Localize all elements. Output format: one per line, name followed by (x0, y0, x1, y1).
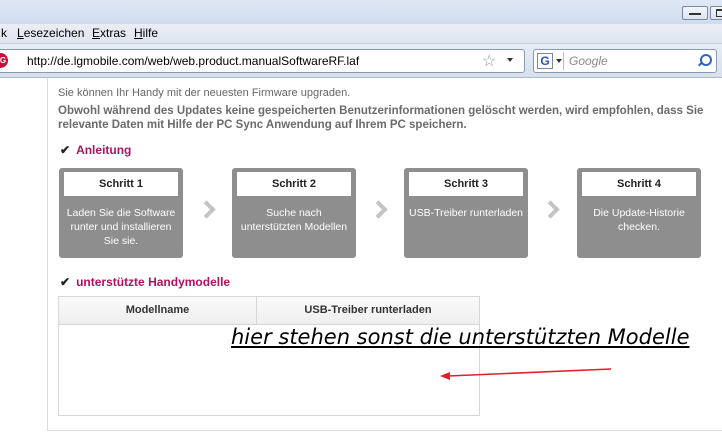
search-input[interactable]: Google (569, 54, 608, 68)
navigation-toolbar: LG http://de.lgmobile.com/web/web.produc… (0, 44, 722, 78)
engine-dropdown-icon[interactable] (556, 59, 562, 63)
menu-item-partial[interactable]: k (1, 26, 7, 40)
menu-accelerator: E (92, 26, 101, 40)
minimize-icon (689, 13, 701, 15)
menu-item-hilfe[interactable]: Hilfe (134, 26, 158, 40)
address-bar[interactable]: LG http://de.lgmobile.com/web/web.produc… (0, 49, 525, 73)
maximize-button[interactable] (710, 6, 722, 20)
menu-accelerator: H (134, 26, 143, 40)
search-box[interactable]: G Google (533, 49, 717, 73)
window-titlebar (0, 0, 722, 24)
menu-label-rest: ilfe (142, 26, 159, 40)
search-divider (563, 52, 564, 70)
menu-bar: k Lesezeichen Extras Hilfe (0, 24, 722, 44)
search-icon[interactable] (700, 54, 712, 66)
maximize-icon (716, 9, 722, 17)
menu-item-extras[interactable]: Extras (92, 26, 126, 40)
google-engine-icon[interactable]: G (537, 53, 553, 69)
page-content: Sie können Ihr Handy mit der neuesten Fi… (0, 78, 722, 443)
url-text[interactable]: http://de.lgmobile.com/web/web.product.m… (27, 54, 359, 68)
menu-accelerator: L (17, 26, 24, 40)
menu-label-rest: esezeichen (23, 26, 85, 40)
menu-label-rest: xtras (100, 26, 127, 40)
minimize-button[interactable] (682, 6, 708, 20)
site-favicon-icon: LG (0, 53, 8, 68)
url-dropdown-icon[interactable] (507, 58, 513, 62)
bookmark-star-icon[interactable]: ☆ (482, 51, 496, 71)
annotation-arrow-icon (440, 368, 612, 380)
menu-item-lesezeichen[interactable]: Lesezeichen (17, 26, 84, 40)
